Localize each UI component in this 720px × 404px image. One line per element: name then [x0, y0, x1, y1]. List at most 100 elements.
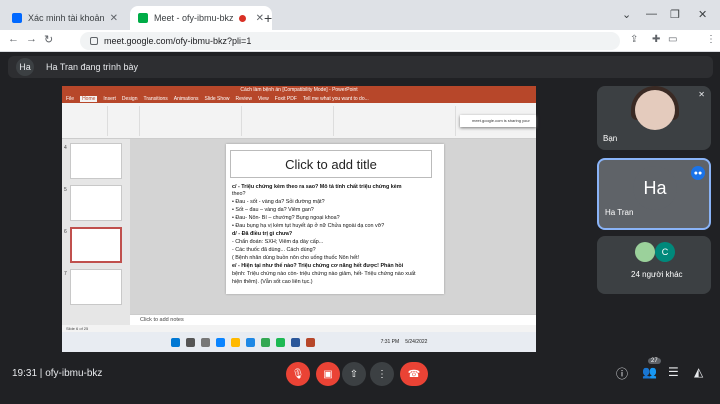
presenter-avatar: Ha — [16, 58, 34, 76]
slide-number: 7 — [64, 271, 67, 277]
tab-zalo-title: Xác minh tài khoản Zalo — [28, 13, 106, 23]
slide-title[interactable]: Click to add title — [230, 150, 432, 178]
info-icon[interactable]: ⓘ — [616, 365, 628, 382]
participant-tile-ha-tran[interactable]: Ha ●● Ha Tran — [597, 158, 711, 230]
ribbon-tab: Foxit PDF — [274, 96, 297, 102]
slide-editor: Click to add title c/ - Triệu chứng kèm … — [130, 139, 536, 329]
search-icon — [185, 337, 195, 347]
chrome-icon — [260, 337, 270, 347]
participant-tile-you[interactable]: ✕ Bạn — [597, 86, 711, 150]
slide-text-line: bệnh: Triệu chứng nào còn- triệu chứng n… — [232, 271, 416, 277]
lock-icon — [90, 37, 98, 45]
font-group — [142, 106, 242, 136]
tab-meet-title: Meet - ofy-ibmu-bkz — [154, 13, 234, 23]
presenter-text: Ha Tran đang trình bày — [46, 62, 139, 72]
address-bar: ← → ↻ meet.google.com/ofy-ibmu-bkz?pli=1… — [0, 30, 720, 77]
drawing-group — [336, 106, 456, 136]
slide-number: 4 — [64, 145, 67, 151]
participant-face — [635, 90, 675, 130]
reload-icon[interactable]: ↻ — [44, 33, 53, 46]
ribbon-tab: Slide Show — [204, 96, 230, 102]
tab-zalo[interactable]: Xác minh tài khoản Zalo ✕ — [4, 6, 126, 30]
tab-search-icon[interactable]: ⌄ — [622, 8, 631, 21]
slide-text-line: theo? — [232, 191, 246, 197]
meeting-time: 19:31 | ofy-ibmu-bkz — [12, 368, 103, 379]
maximize-icon[interactable]: ❐ — [670, 8, 680, 21]
slide-number: 5 — [64, 187, 67, 193]
camera-off-button[interactable]: ▣ — [316, 362, 340, 386]
slide-text-line: c/ - Triệu chứng kèm theo ra sao? Mô tả … — [232, 184, 402, 190]
sidepanel-icon[interactable]: ▭ — [668, 34, 677, 45]
present-button[interactable]: ⇧ — [342, 362, 366, 386]
share-icon[interactable]: ⇪ — [630, 34, 638, 45]
slide-thumbnail[interactable] — [70, 143, 122, 179]
extensions-icon[interactable]: ✚ — [652, 34, 660, 45]
people-icon[interactable]: 👥 — [642, 365, 657, 379]
slide-text-line: • Đau bụng hạ vị kèm tụt huyết áp ở nữ C… — [232, 223, 385, 229]
time-text: 19:31 — [12, 368, 38, 379]
recording-icon — [238, 14, 246, 22]
new-tab-button[interactable]: + — [264, 10, 272, 26]
windows-taskbar: 7:31 PM 5/24/2022 — [62, 332, 536, 352]
ribbon-tab: Animations — [173, 96, 199, 102]
slide-thumbnail[interactable] — [70, 185, 122, 221]
slide-thumbnail[interactable] — [70, 269, 122, 305]
participant-tile-others[interactable]: C 24 người khác — [597, 236, 711, 294]
chat-icon[interactable]: ☰ — [668, 365, 679, 379]
ribbon-tab: Insert — [103, 96, 116, 102]
participant-name: Bạn — [603, 134, 618, 143]
shared-screen: Cách làm bệnh án [Compatibility Mode] - … — [62, 86, 536, 352]
slide-text-line: d/ - Đã điều trị gì chưa? — [232, 231, 293, 237]
slide-thumbnails: 4 5 6 7 — [62, 139, 130, 329]
taskbar-clock: 7:31 PM — [380, 339, 400, 345]
close-icon[interactable]: ✕ — [110, 13, 118, 24]
slide-text-line: • Đau - sốt - vàng da? Sỏi đường mật? — [232, 199, 325, 205]
participant-avatar — [635, 242, 655, 262]
close-icon[interactable]: ✕ — [256, 13, 264, 24]
participant-avatar: C — [655, 242, 675, 262]
leave-call-button[interactable]: ☎ — [400, 362, 428, 386]
back-icon[interactable]: ← — [8, 33, 19, 45]
slide-text-line: e/ - Hiện tại như thế nào? Triệu chứng c… — [232, 263, 404, 269]
edge-icon — [215, 337, 225, 347]
notes-pane[interactable]: Click to add notes — [130, 314, 536, 325]
menu-icon[interactable]: ⋮ — [706, 34, 716, 45]
close-window-icon[interactable]: ✕ — [698, 8, 707, 21]
ppt-window-title: Cách làm bệnh án [Compatibility Mode] - … — [62, 86, 536, 95]
slide-text-line: • Đau- Nôn- Bí – chướng? Bụng ngoại khoa… — [232, 215, 340, 221]
ppt-status-bar: Slide 6 of 25 — [62, 325, 536, 332]
meet-controls: 19:31 | ofy-ibmu-bkz 🎙 ▣ ⇧ ⋮ ☎ ⓘ 27 👥 ☰ … — [0, 356, 720, 404]
participant-count-badge: 27 — [648, 358, 661, 364]
mic-off-button[interactable]: 🎙 — [286, 362, 310, 386]
minimize-icon[interactable]: — — [646, 8, 657, 20]
start-icon — [170, 337, 180, 347]
ribbon-tab: Home — [80, 96, 98, 102]
slide-text-line: ( Bệnh nhân dùng buồn nôn cho uống thuốc… — [232, 255, 360, 261]
participant-name: Ha Tran — [605, 208, 634, 217]
powerpoint-icon — [305, 337, 315, 347]
slide-text-line: - Các thuốc đã dùng... Cách dùng? — [232, 247, 316, 253]
ppt-ribbon: meet.google.com is sharing your — [62, 103, 536, 139]
ribbon-tab: Design — [121, 96, 138, 102]
activities-icon[interactable]: ◭ — [694, 365, 703, 379]
meeting-code: ofy-ibmu-bkz — [45, 368, 103, 379]
ribbon-tab: View — [257, 96, 269, 102]
ppt-ribbon-tabs: File Home Insert Design Transitions Anim… — [62, 95, 536, 103]
url-field[interactable]: meet.google.com/ofy-ibmu-bkz?pli=1 — [80, 32, 620, 50]
slide-text-line: hiện thêm). (Vẫn sốt cao liên tục.) — [232, 279, 313, 285]
url-text: meet.google.com/ofy-ibmu-bkz?pli=1 — [104, 36, 252, 46]
more-options-button[interactable]: ⋮ — [370, 362, 394, 386]
current-slide: Click to add title c/ - Triệu chứng kèm … — [226, 144, 444, 294]
speaking-icon: ●● — [691, 166, 705, 180]
ribbon-tab: File — [66, 96, 75, 102]
forward-icon[interactable]: → — [26, 33, 37, 45]
taskview-icon — [200, 337, 210, 347]
slide-text-line: - Chẩn đoán: SXH; Viêm dạ dày cấp... — [232, 239, 324, 245]
ribbon-tab: Transitions — [143, 96, 168, 102]
slide-number: 6 — [64, 229, 67, 235]
mic-off-icon: ✕ — [698, 90, 705, 99]
tab-meet[interactable]: Meet - ofy-ibmu-bkz ✕ — [130, 6, 272, 30]
presenter-bar: Ha Ha Tran đang trình bày — [8, 56, 713, 78]
explorer-icon — [230, 337, 240, 347]
slide-thumbnail-selected[interactable] — [70, 227, 122, 263]
